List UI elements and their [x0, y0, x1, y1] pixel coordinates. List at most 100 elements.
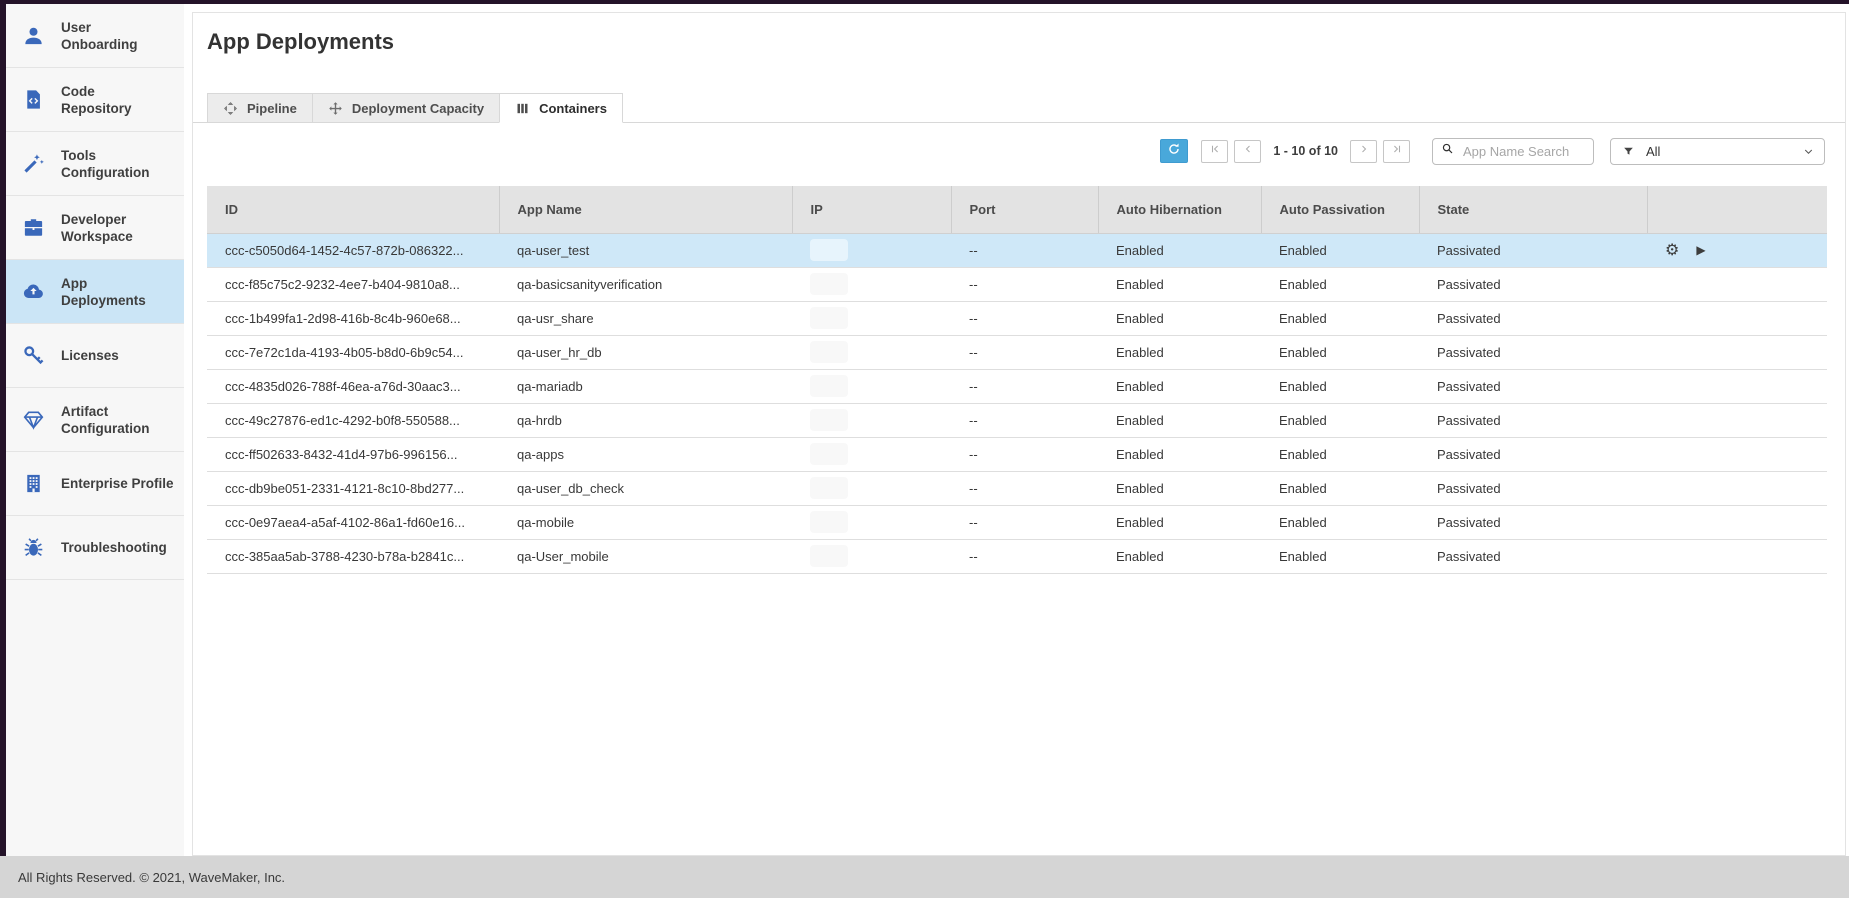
ip-placeholder [810, 239, 848, 261]
settings-icon[interactable]: ⚙ [1665, 242, 1679, 258]
next-page-button[interactable] [1350, 140, 1377, 163]
column-header-id: ID [207, 186, 499, 233]
ip-placeholder [810, 307, 848, 329]
cell-id: ccc-49c27876-ed1c-4292-b0f8-550588... [207, 403, 499, 437]
cell-actions: ⚙▶ [1647, 233, 1827, 267]
cell-auto-passivation: Enabled [1261, 505, 1419, 539]
previous-page-button[interactable] [1234, 140, 1261, 163]
sidebar: User Onboarding Code Repository Tools Co… [0, 4, 184, 856]
move-arrows-icon [328, 101, 343, 116]
sidebar-item-list: User Onboarding Code Repository Tools Co… [6, 4, 184, 580]
cell-app-name: qa-user_test [499, 233, 792, 267]
cell-id: ccc-ff502633-8432-41d4-97b6-996156... [207, 437, 499, 471]
table-row[interactable]: ccc-385aa5ab-3788-4230-b78a-b2841c...qa-… [207, 539, 1827, 573]
column-header-auto-hibernation: Auto Hibernation [1098, 186, 1261, 233]
sidebar-item-troubleshooting[interactable]: Troubleshooting [6, 516, 184, 580]
cell-auto-passivation: Enabled [1261, 539, 1419, 573]
cell-auto-hibernation: Enabled [1098, 233, 1261, 267]
refresh-button[interactable] [1160, 139, 1188, 163]
cell-ip [792, 233, 951, 267]
sidebar-item-licenses[interactable]: Licenses [6, 324, 184, 388]
code-file-icon [20, 87, 46, 113]
chevron-left-icon [1242, 142, 1254, 160]
top-accent-strip [0, 0, 1849, 4]
table-row[interactable]: ccc-ff502633-8432-41d4-97b6-996156...qa-… [207, 437, 1827, 471]
main-panel: App Deployments Pipeline Deployment Capa… [192, 12, 1846, 856]
cell-auto-hibernation: Enabled [1098, 437, 1261, 471]
table-row[interactable]: ccc-4835d026-788f-46ea-a76d-30aac3...qa-… [207, 369, 1827, 403]
column-header-ip: IP [792, 186, 951, 233]
cell-app-name: qa-usr_share [499, 301, 792, 335]
crosshair-arrows-icon [223, 101, 238, 116]
column-header-actions [1647, 186, 1827, 233]
tab-containers[interactable]: Containers [499, 93, 623, 123]
ip-placeholder [810, 273, 848, 295]
cell-actions [1647, 505, 1827, 539]
bug-icon [20, 535, 46, 561]
cell-ip [792, 403, 951, 437]
sidebar-item-app-deployments[interactable]: App Deployments [6, 260, 184, 324]
table-header-row: IDApp NameIPPortAuto HibernationAuto Pas… [207, 186, 1827, 233]
ip-placeholder [810, 545, 848, 567]
play-icon[interactable]: ▶ [1696, 244, 1705, 256]
sidebar-item-tools-configuration[interactable]: Tools Configuration [6, 132, 184, 196]
cell-app-name: qa-mobile [499, 505, 792, 539]
pagination-range: 1 - 10 of 10 [1273, 144, 1338, 158]
first-page-icon [1209, 142, 1221, 160]
cell-state: Passivated [1419, 233, 1647, 267]
table-row[interactable]: ccc-0e97aea4-a5af-4102-86a1-fd60e16...qa… [207, 505, 1827, 539]
cell-state: Passivated [1419, 505, 1647, 539]
cell-port: -- [951, 437, 1098, 471]
filter-funnel-icon [1622, 145, 1635, 158]
tab-deployment-capacity[interactable]: Deployment Capacity [312, 93, 500, 123]
cell-port: -- [951, 301, 1098, 335]
table-body: ccc-c5050d64-1452-4c57-872b-086322...qa-… [207, 233, 1827, 573]
sidebar-item-code-repository[interactable]: Code Repository [6, 68, 184, 132]
cell-port: -- [951, 335, 1098, 369]
cell-ip [792, 301, 951, 335]
cell-actions [1647, 437, 1827, 471]
app-name-search-input[interactable] [1461, 143, 1587, 160]
table-row[interactable]: ccc-c5050d64-1452-4c57-872b-086322...qa-… [207, 233, 1827, 267]
sidebar-item-developer-workspace[interactable]: Developer Workspace [6, 196, 184, 260]
tab-pipeline[interactable]: Pipeline [207, 93, 313, 123]
containers-table-wrapper: IDApp NameIPPortAuto HibernationAuto Pas… [207, 186, 1825, 574]
cell-ip [792, 505, 951, 539]
containers-table: IDApp NameIPPortAuto HibernationAuto Pas… [207, 186, 1827, 574]
page-title: App Deployments [207, 29, 1845, 55]
sidebar-item-user-onboarding[interactable]: User Onboarding [6, 4, 184, 68]
cell-auto-passivation: Enabled [1261, 403, 1419, 437]
cell-actions [1647, 471, 1827, 505]
table-row[interactable]: ccc-1b499fa1-2d98-416b-8c4b-960e68...qa-… [207, 301, 1827, 335]
cell-actions [1647, 369, 1827, 403]
cell-state: Passivated [1419, 437, 1647, 471]
cloud-upload-icon [20, 279, 46, 305]
last-page-button[interactable] [1383, 140, 1410, 163]
sidebar-item-enterprise-profile[interactable]: Enterprise Profile [6, 452, 184, 516]
table-row[interactable]: ccc-7e72c1da-4193-4b05-b8d0-6b9c54...qa-… [207, 335, 1827, 369]
footer: All Rights Reserved. © 2021, WaveMaker, … [0, 856, 1849, 898]
cell-ip [792, 471, 951, 505]
cell-ip [792, 335, 951, 369]
table-row[interactable]: ccc-f85c75c2-9232-4ee7-b404-9810a8...qa-… [207, 267, 1827, 301]
ip-placeholder [810, 443, 848, 465]
cell-auto-hibernation: Enabled [1098, 403, 1261, 437]
ip-placeholder [810, 409, 848, 431]
cell-state: Passivated [1419, 369, 1647, 403]
tab-bar: Pipeline Deployment Capacity Containers [193, 93, 1845, 123]
table-row[interactable]: ccc-db9be051-2331-4121-8c10-8bd277...qa-… [207, 471, 1827, 505]
sidebar-item-artifact-configuration[interactable]: Artifact Configuration [6, 388, 184, 452]
app-name-search-box [1432, 138, 1594, 165]
cell-auto-passivation: Enabled [1261, 301, 1419, 335]
first-page-button[interactable] [1201, 140, 1228, 163]
cell-id: ccc-f85c75c2-9232-4ee7-b404-9810a8... [207, 267, 499, 301]
cell-auto-passivation: Enabled [1261, 233, 1419, 267]
table-toolbar: 1 - 10 of 10 All [207, 137, 1825, 165]
cell-auto-hibernation: Enabled [1098, 539, 1261, 573]
table-row[interactable]: ccc-49c27876-ed1c-4292-b0f8-550588...qa-… [207, 403, 1827, 437]
ip-placeholder [810, 477, 848, 499]
filter-dropdown[interactable]: All [1610, 138, 1825, 165]
key-icon [20, 343, 46, 369]
cell-id: ccc-4835d026-788f-46ea-a76d-30aac3... [207, 369, 499, 403]
cell-auto-hibernation: Enabled [1098, 335, 1261, 369]
